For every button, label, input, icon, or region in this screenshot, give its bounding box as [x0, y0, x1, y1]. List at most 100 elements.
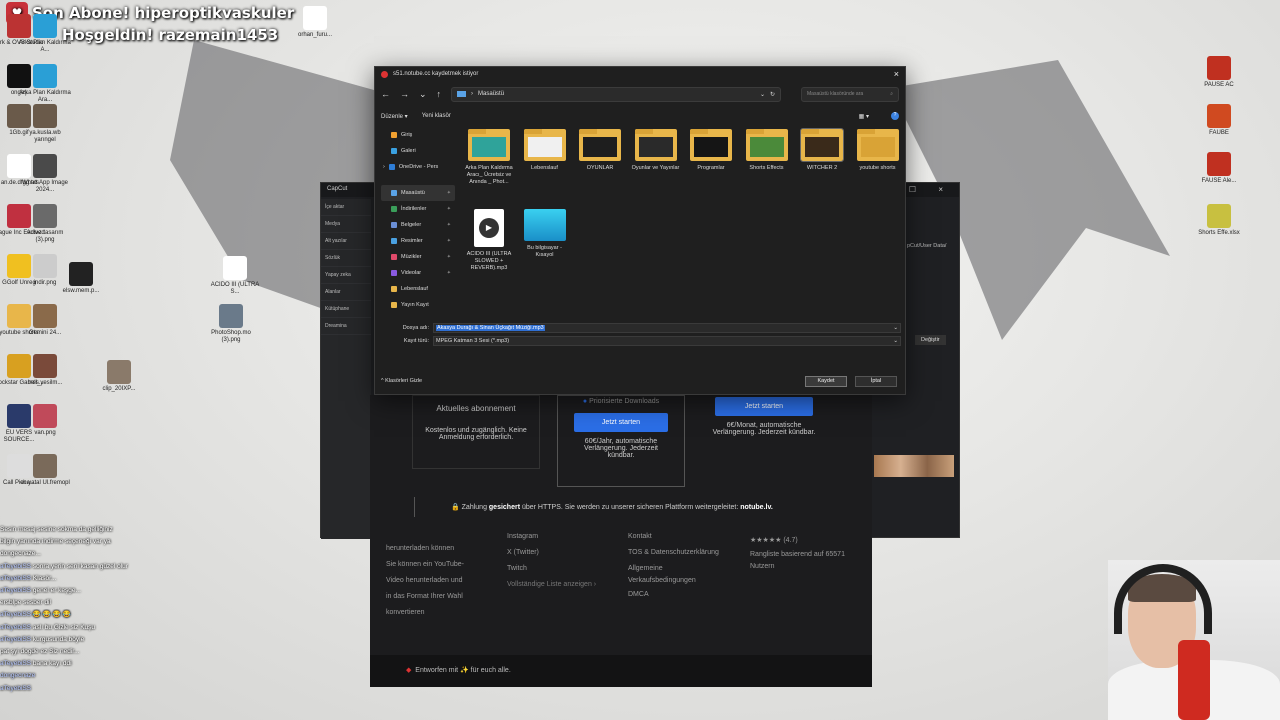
- capcut-side-item[interactable]: Alt yazılar: [321, 233, 371, 250]
- file-name: Bu bilgisayar - Kısayol: [527, 245, 562, 258]
- nav-item[interactable]: Masaüstü ✦: [381, 185, 455, 201]
- desktop-icon[interactable]: FAUBE: [1192, 104, 1246, 137]
- file-type-select[interactable]: MPEG Katman 3 Sesi (*.mp3) ⌄: [433, 335, 901, 346]
- app-icon: [33, 104, 57, 128]
- desktop-icon[interactable]: Arka Plan Kaldırma Ara...: [18, 64, 72, 104]
- address-bar[interactable]: › Masaüstü ⌄ ↻: [451, 86, 782, 102]
- plan-free-desc: Kostenlos und zugänglich. Keine Anmeldun…: [425, 427, 527, 441]
- capcut-side-item[interactable]: Alanlar: [321, 284, 371, 301]
- expand-icon[interactable]: ›: [383, 164, 385, 170]
- nav-item[interactable]: Galeri: [381, 143, 455, 159]
- folder-item[interactable]: Lebenslauf: [519, 129, 571, 172]
- app-icon: [1207, 56, 1231, 80]
- nav-item[interactable]: Yayın Kayıt: [381, 297, 455, 313]
- folder-item[interactable]: Oyunlar ve Yayınlar: [630, 129, 682, 172]
- desktop-icon[interactable]: bell_yesilm...: [18, 354, 72, 387]
- chevron-down-icon[interactable]: ⌄: [893, 338, 900, 344]
- footer-link[interactable]: Twitch: [507, 561, 596, 577]
- folder-item[interactable]: Shorts Effects: [741, 129, 793, 172]
- chevron-down-icon[interactable]: ⌄: [760, 91, 765, 98]
- desktop-icon[interactable]: orhan_furu...: [288, 6, 342, 39]
- nav-item[interactable]: Videolar ✦: [381, 265, 455, 281]
- back-icon[interactable]: ←: [381, 89, 390, 99]
- dialog-titlebar: s51.notube.cc kaydetmek istiyor ×: [375, 67, 905, 81]
- help-icon[interactable]: ?: [891, 112, 899, 120]
- folder-item[interactable]: OYUNLAR: [574, 129, 626, 172]
- capcut-sidebar: İçe aktar Medya Alt yazılar Sözlük Yapay…: [321, 199, 371, 539]
- recent-locations-icon[interactable]: ⌄: [419, 89, 427, 100]
- desktop-icon[interactable]: clip_20IXP...: [92, 360, 146, 393]
- capcut-timeline-clip[interactable]: [874, 455, 954, 477]
- close-icon[interactable]: ×: [894, 69, 899, 79]
- nav-item[interactable]: Lebenslauf: [381, 281, 455, 297]
- footer-link[interactable]: Allgemeine: [628, 563, 719, 575]
- browser-favicon-icon: [381, 70, 388, 78]
- folder-item[interactable]: Arka Plan Kaldırma Aracı_ Ücretsiz ve An…: [463, 129, 515, 186]
- chevron-down-icon[interactable]: ⌄: [893, 325, 900, 331]
- capcut-side-item[interactable]: Yapay zeka: [321, 267, 371, 284]
- desktop-icon[interactable]: ya.kusla.wb yarıngel: [18, 104, 72, 144]
- chevron-up-icon[interactable]: ^: [381, 378, 384, 384]
- nav-item[interactable]: Belgeler ✦: [381, 217, 455, 233]
- file-name-input[interactable]: Akasya Durağı & Sinan Üçkağıt Müziği.mp3…: [433, 322, 901, 333]
- desktop-icon[interactable]: Gemini 24...: [18, 304, 72, 337]
- footer-link[interactable]: Instagram: [507, 529, 596, 545]
- nav-item[interactable]: › OneDrive - Pers: [381, 159, 455, 175]
- capcut-change-button[interactable]: Değiştir: [915, 335, 946, 345]
- capcut-side-item[interactable]: Dreamina: [321, 318, 371, 335]
- path-segment[interactable]: Masaüstü: [478, 91, 504, 97]
- desktop-icon[interactable]: Arka Plan Kaldırma A...: [18, 14, 72, 54]
- chat-text: ersblpe sesber dil: [0, 599, 51, 607]
- plan-monthly-desc: 6€/Monat, automatische Verlängerung. Jed…: [712, 422, 816, 436]
- nav-item[interactable]: İndirilenler ✦: [381, 201, 455, 217]
- desktop-icon[interactable]: PAUSE AC: [1192, 56, 1246, 89]
- file-item[interactable]: Bu bilgisayar - Kısayol: [519, 209, 571, 259]
- footer-link[interactable]: Kontakt: [628, 529, 719, 545]
- hide-folders-toggle[interactable]: Klasörleri Gizle: [385, 378, 422, 384]
- nav-item[interactable]: Giriş: [381, 127, 455, 143]
- up-icon[interactable]: ↑: [437, 89, 442, 99]
- view-options-icon[interactable]: ▦ ▾: [859, 113, 869, 120]
- capcut-side-item[interactable]: Kütüphane: [321, 301, 371, 318]
- desktop-icon[interactable]: ACIDO III (ULTRA S...: [208, 256, 262, 296]
- desktop-icon[interactable]: ch.yatal Ul.fremopl: [18, 454, 72, 487]
- folder-item[interactable]: Programlar: [685, 129, 737, 172]
- capcut-side-item[interactable]: Medya: [321, 216, 371, 233]
- app-icon: [69, 262, 93, 286]
- nav-item[interactable]: Müzikler ✦: [381, 249, 455, 265]
- organize-button[interactable]: Düzenle ▾: [381, 113, 408, 120]
- plan-monthly-start-button[interactable]: Jetzt starten: [714, 397, 814, 416]
- desktop-icon[interactable]: WhatsApp Image 2024...: [18, 154, 72, 194]
- new-folder-button[interactable]: Yeni klasör: [422, 113, 451, 119]
- footer-link[interactable]: X (Twitter): [507, 545, 596, 561]
- search-input[interactable]: Masaüstü klasöründe ara ⌕: [801, 86, 899, 102]
- plan-yearly-start-button[interactable]: Jetzt starten: [573, 413, 669, 432]
- desktop-icon[interactable]: PhotoShop.mo (3).png: [204, 304, 258, 344]
- nav-item[interactable]: Resimler ✦: [381, 233, 455, 249]
- capcut-side-item[interactable]: Sözlük: [321, 250, 371, 267]
- desktop-icon[interactable]: van.png: [18, 404, 72, 437]
- footer-link[interactable]: Verkaufsbedingungen: [628, 575, 719, 587]
- chat-username: dongecnaze: [0, 672, 36, 680]
- folder-icon: [391, 206, 397, 212]
- footer-link[interactable]: DMCA: [628, 587, 719, 603]
- file-item[interactable]: ▶ ACIDO III (ULTRA SLOWED + REVERB).mp3: [463, 209, 515, 272]
- desktop-icon[interactable]: FAUSE Ale...: [1192, 152, 1246, 185]
- desktop-icon[interactable]: Shorts Effe.xlsx: [1192, 204, 1246, 237]
- footer-link[interactable]: TOS & Datenschutzerklärung: [628, 545, 719, 561]
- forward-icon[interactable]: →: [400, 89, 409, 99]
- desktop-icon[interactable]: elsw.mem.p...: [54, 262, 108, 295]
- footer-link[interactable]: Vollständige Liste anzeigen ›: [507, 577, 596, 593]
- folder-item[interactable]: WITCHER 2: [796, 128, 848, 172]
- rating-stars: ★★★★★ (4.7): [750, 537, 798, 544]
- refresh-icon[interactable]: ↻: [770, 91, 775, 98]
- chat-username: aTeyebiSS: [0, 574, 33, 582]
- file-type-value: MPEG Katman 3 Sesi (*.mp3): [436, 337, 510, 344]
- folder-item[interactable]: youtube shorts: [852, 129, 904, 172]
- folder-icon: [856, 129, 899, 161]
- cancel-button[interactable]: İptal: [855, 375, 897, 387]
- save-button[interactable]: Kaydet: [805, 375, 847, 387]
- capcut-side-item[interactable]: İçe aktar: [321, 199, 371, 216]
- desktop-icon[interactable]: Adsız tasarım (3).png: [18, 204, 72, 244]
- desktop-icon-label: ya.kusla.wb yarıngel: [29, 130, 61, 143]
